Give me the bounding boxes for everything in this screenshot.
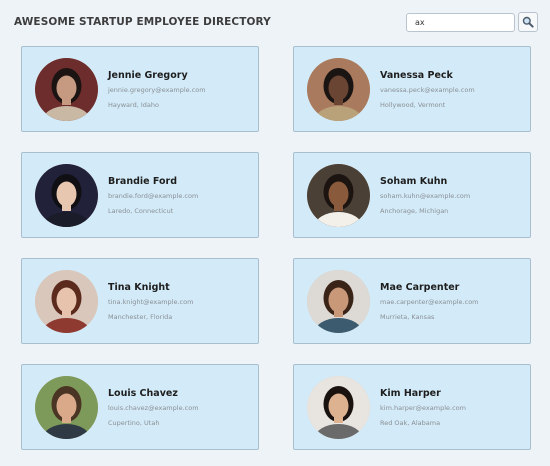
avatar: [35, 163, 98, 227]
employee-email: kim.harper@example.com: [380, 403, 466, 412]
employee-card[interactable]: Louis Chavez louis.chavez@example.com Cupe…: [21, 364, 259, 450]
employee-info: Louis Chavez louis.chavez@example.com Cupe…: [108, 388, 199, 427]
avatar: [307, 57, 370, 121]
avatar: [35, 375, 98, 439]
employee-email: vanessa.peck@example.com: [380, 85, 475, 94]
employee-info: Soham Kuhn soham.kuhn@example.com Anchorag…: [380, 176, 470, 215]
avatar: [35, 269, 98, 333]
search-button[interactable]: [518, 12, 538, 32]
employee-location: Hayward, Idaho: [108, 100, 159, 109]
employee-email: brandie.ford@example.com: [108, 191, 199, 200]
employee-info: Jennie Gregory jennie.gregory@example.com…: [108, 70, 206, 109]
employee-email: soham.kuhn@example.com: [380, 191, 471, 200]
employee-name: Vanessa Peck: [380, 69, 453, 81]
employee-name: Jennie Gregory: [108, 69, 188, 81]
search-input[interactable]: [406, 13, 515, 32]
employee-grid: Jennie Gregory jennie.gregory@example.com…: [21, 46, 531, 450]
employee-name: Louis Chavez: [108, 387, 178, 399]
employee-email: tina.knight@example.com: [108, 297, 194, 306]
employee-info: Brandie Ford brandie.ford@example.com Lare…: [108, 176, 198, 215]
employee-card[interactable]: Tina Knight tina.knight@example.com Manche…: [21, 258, 259, 344]
employee-name: Kim Harper: [380, 387, 441, 399]
employee-location: Red Oak, Alabama: [380, 418, 441, 427]
employee-name: Mae Carpenter: [380, 281, 460, 293]
magnifying-glass-icon: [522, 16, 534, 28]
avatar: [35, 57, 98, 121]
employee-info: Tina Knight tina.knight@example.com Manche…: [108, 282, 193, 321]
employee-card[interactable]: Jennie Gregory jennie.gregory@example.com…: [21, 46, 259, 132]
employee-name: Brandie Ford: [108, 175, 178, 187]
page-title: AWESOME STARTUP EMPLOYEE DIRECTORY: [14, 16, 271, 28]
employee-email: louis.chavez@example.com: [108, 403, 199, 412]
employee-location: Manchester, Florida: [108, 312, 173, 321]
employee-email: jennie.gregory@example.com: [108, 85, 206, 94]
employee-location: Anchorage, Michigan: [380, 206, 449, 215]
avatar: [307, 163, 370, 227]
employee-email: mae.carpenter@example.com: [380, 297, 479, 306]
avatar: [307, 269, 370, 333]
employee-location: Hollywood, Vermont: [380, 100, 446, 109]
employee-card[interactable]: Vanessa Peck vanessa.peck@example.com Holl…: [293, 46, 531, 132]
employee-name: Tina Knight: [108, 281, 170, 293]
avatar: [307, 375, 370, 439]
employee-info: Vanessa Peck vanessa.peck@example.com Holl…: [380, 70, 475, 109]
employee-location: Laredo, Connecticut: [108, 206, 174, 215]
employee-card[interactable]: Brandie Ford brandie.ford@example.com Lare…: [21, 152, 259, 238]
employee-card[interactable]: Mae Carpenter mae.carpenter@example.com Mu…: [293, 258, 531, 344]
employee-card[interactable]: Kim Harper kim.harper@example.com Red Oak,…: [293, 364, 531, 450]
employee-card[interactable]: Soham Kuhn soham.kuhn@example.com Anchorag…: [293, 152, 531, 238]
employee-location: Cupertino, Utah: [108, 418, 160, 427]
employee-location: Murrieta, Kansas: [380, 312, 435, 321]
employee-info: Mae Carpenter mae.carpenter@example.com Mu…: [380, 282, 479, 321]
employee-info: Kim Harper kim.harper@example.com Red Oak,…: [380, 388, 466, 427]
employee-name: Soham Kuhn: [380, 175, 448, 187]
header: AWESOME STARTUP EMPLOYEE DIRECTORY: [0, 0, 550, 42]
